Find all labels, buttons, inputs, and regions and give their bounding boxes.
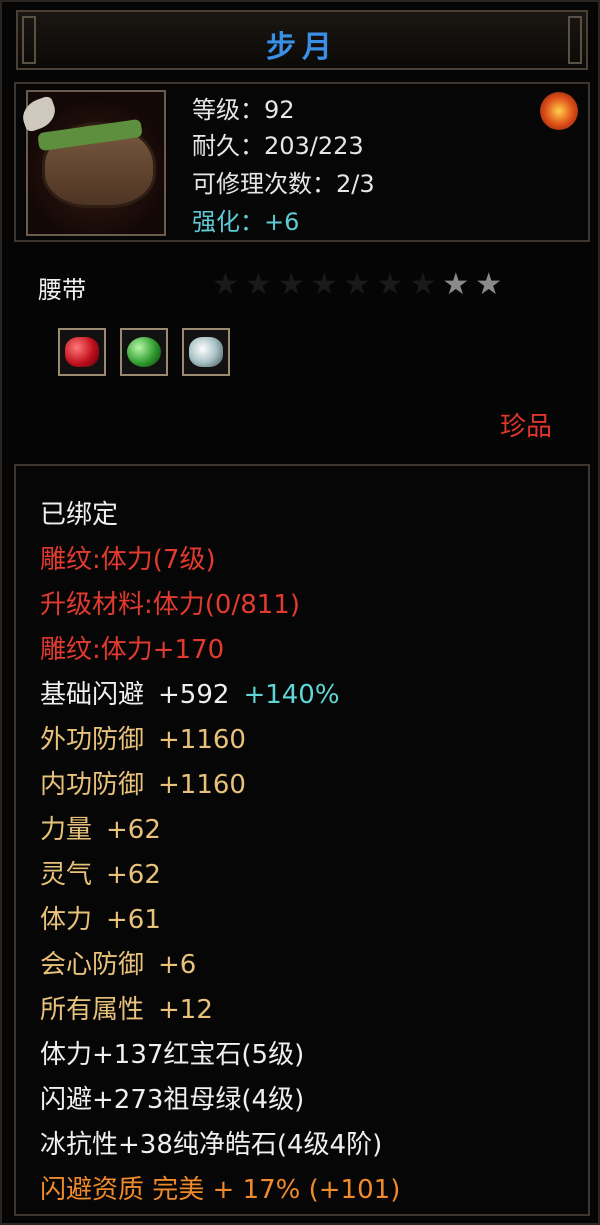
internal-defense-name: 内功防御 [40,770,145,800]
internal-defense-value: +1160 [158,770,246,800]
internal-defense-line: 内功防御 +1160 [40,764,246,801]
star-icon: ★ [343,267,371,302]
external-defense-line: 外功防御 +1160 [40,719,246,756]
item-level: 等级：92 [192,96,295,124]
star-icon: ★ [409,267,437,302]
star-icon: ★ [277,267,305,302]
item-durability: 耐久：203/223 [192,132,364,160]
star-rating: ★ ★ ★ ★ ★ ★ ★ ★ ★ [212,270,502,300]
star-icon: ★ [244,267,272,302]
star-icon: ★ [310,267,338,302]
crit-defense-line: 会心防御 +6 [40,944,196,981]
all-attributes-value: +12 [158,995,213,1025]
strength-line: 力量 +62 [40,809,161,846]
spirit-name: 灵气 [40,860,93,890]
crit-defense-value: +6 [158,950,197,980]
star-icon: ★ [212,267,239,302]
item-info-panel: 等级：92 耐久：203/223 可修理次数：2/3 强化：+6 [14,82,590,242]
strength-value: +62 [106,815,161,845]
belt-item-icon [18,90,166,236]
all-attributes-name: 所有属性 [40,995,145,1025]
green-jade-icon[interactable] [120,328,168,376]
upgrade-material-line: 升级材料:体力(0/811) [40,590,300,620]
item-slot-name: 腰带 [38,276,86,304]
gem-sockets [58,328,230,376]
gem-ruby-line: 体力+137红宝石(5级) [40,1040,305,1070]
dodge-line: 基础闪避 +592 +140% [40,674,340,711]
star-icon: ★ [376,267,404,302]
engrave-line: 雕纹:体力(7级) [40,545,216,575]
fire-badge-icon [540,92,578,130]
star-filled-icon: ★ [442,267,470,302]
strength-name: 力量 [40,815,93,845]
engrave-bonus-line: 雕纹:体力+170 [40,635,225,665]
vitality-line: 体力 +61 [40,899,161,936]
spirit-line: 灵气 +62 [40,854,161,891]
item-repair-count: 可修理次数：2/3 [192,170,375,198]
item-title: 步月 [266,30,338,65]
gem-diamond-line: 冰抗性+38纯净皓石(4级4阶) [40,1130,383,1160]
white-diamond-icon[interactable] [182,328,230,376]
attribute-panel: 已绑定 雕纹:体力(7级) 升级材料:体力(0/811) 雕纹:体力+170 基… [14,464,590,1216]
bound-status: 已绑定 [40,500,119,530]
red-gem-icon[interactable] [58,328,106,376]
vitality-name: 体力 [40,905,93,935]
dodge-name: 基础闪避 [40,680,145,710]
dodge-quality-line: 闪避资质 完美 + 17% (+101) [40,1175,401,1205]
crit-defense-name: 会心防御 [40,950,145,980]
title-bar: 步月 [16,10,588,70]
external-defense-name: 外功防御 [40,725,145,755]
star-filled-icon: ★ [475,267,503,302]
spirit-value: +62 [106,860,161,890]
belt-wing-graphic [18,95,60,133]
dodge-bonus: +140% [243,680,340,710]
all-attributes-line: 所有属性 +12 [40,989,213,1026]
item-enhance: 强化：+6 [192,208,300,236]
rarity-label: 珍品 [499,412,552,442]
dodge-value: +592 [158,680,230,710]
external-defense-value: +1160 [158,725,246,755]
vitality-value: +61 [106,905,161,935]
tooltip-frame: 步月 等级：92 耐久：203/223 可修理次数：2/3 强化：+6 腰带 ★… [0,0,600,1225]
gem-emerald-line: 闪避+273祖母绿(4级) [40,1085,305,1115]
